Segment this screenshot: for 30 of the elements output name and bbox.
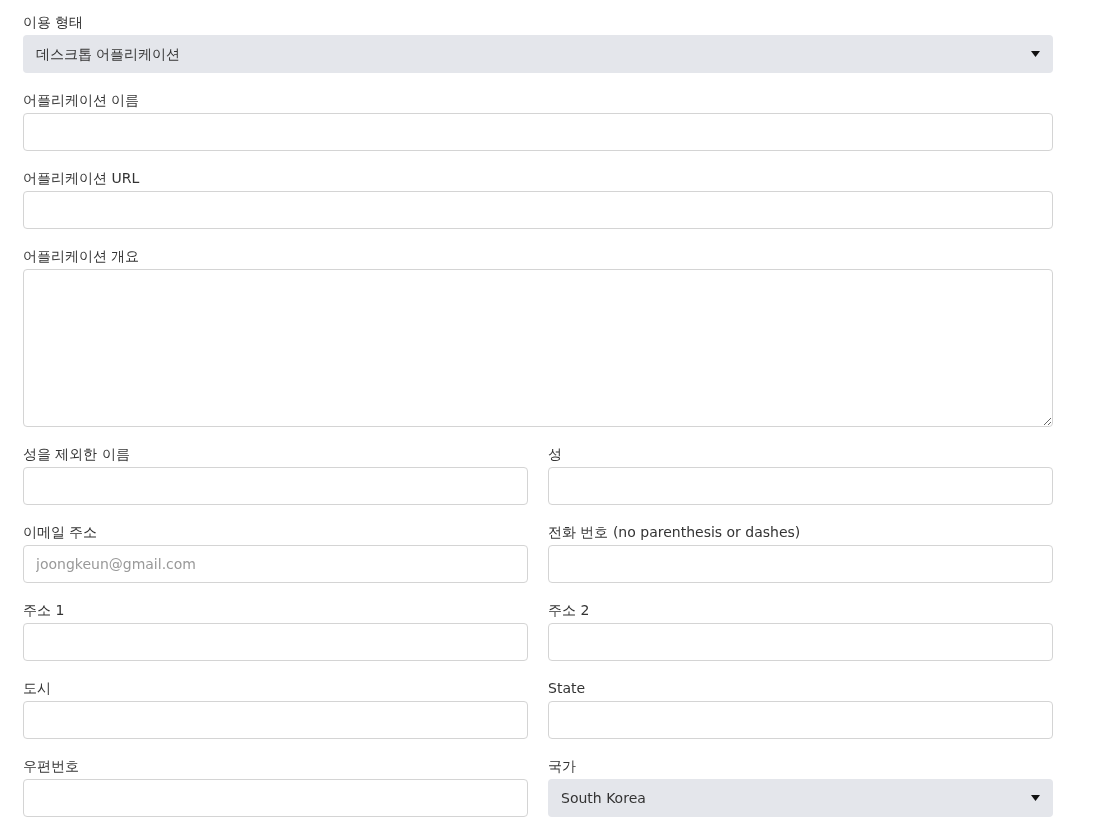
input-field[interactable] bbox=[548, 545, 1053, 583]
field-label: 어플리케이션 이름 bbox=[23, 91, 140, 110]
field-label: 우편번호 bbox=[23, 757, 79, 776]
dropdown[interactable]: South Korea bbox=[548, 779, 1053, 817]
field-label: 성을 제외한 이름 bbox=[23, 445, 130, 464]
input-field[interactable] bbox=[548, 623, 1053, 661]
input-field[interactable] bbox=[548, 467, 1053, 505]
field-label: 어플리케이션 URL bbox=[23, 169, 140, 188]
caret-icon bbox=[1031, 51, 1040, 57]
input-field[interactable] bbox=[23, 623, 528, 661]
input-field[interactable] bbox=[23, 191, 1053, 229]
input-field[interactable] bbox=[548, 701, 1053, 739]
dropdown[interactable]: 데스크톱 어플리케이션 bbox=[23, 35, 1053, 73]
text-area[interactable] bbox=[23, 269, 1053, 427]
field-label: 국가 bbox=[548, 757, 576, 776]
field-label: 주소 2 bbox=[548, 601, 590, 620]
input-field[interactable] bbox=[23, 113, 1053, 151]
input-field[interactable] bbox=[23, 467, 528, 505]
input-field[interactable] bbox=[23, 779, 528, 817]
field-label: 주소 1 bbox=[23, 601, 65, 620]
input-field[interactable]: joongkeun@gmail.com bbox=[23, 545, 528, 583]
field-label: State bbox=[548, 679, 586, 698]
field-label: 어플리케이션 개요 bbox=[23, 247, 140, 266]
field-label: 이메일 주소 bbox=[23, 523, 98, 542]
caret-icon bbox=[1031, 795, 1040, 801]
field-label: 성 bbox=[548, 445, 562, 464]
input-field[interactable] bbox=[23, 701, 528, 739]
field-label: 이용 형태 bbox=[23, 13, 84, 32]
field-label: 도시 bbox=[23, 679, 51, 698]
field-label: 전화 번호 (no parenthesis or dashes) bbox=[548, 523, 801, 542]
